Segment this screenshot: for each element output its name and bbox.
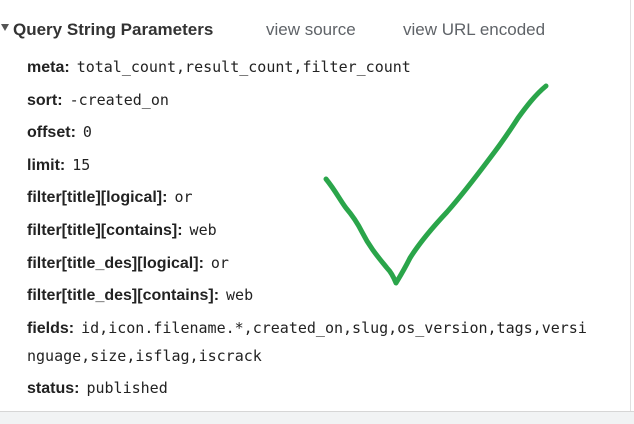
param-row-filter-title-des-logical: filter[title_des][logical]: or	[27, 253, 229, 272]
param-key: limit	[27, 156, 60, 174]
param-value: published	[86, 379, 168, 397]
bottom-bar	[0, 412, 634, 424]
section-header[interactable]: Query String Parameters view source view…	[0, 15, 634, 45]
param-key: filter[title][contains]	[27, 221, 178, 239]
param-value: or	[210, 253, 229, 272]
param-value: web	[226, 286, 254, 305]
param-key: status	[27, 380, 75, 397]
section-title[interactable]: Query String Parameters	[13, 20, 213, 40]
param-row-filter-title-des-contains: filter[title_des][contains]: web	[27, 286, 254, 305]
param-row-offset: offset: 0	[27, 123, 92, 142]
param-value: web	[189, 220, 217, 239]
param-value: id,icon.filename.*,created_on,slug,os_ve…	[81, 318, 587, 337]
panel-right-border	[630, 0, 631, 411]
param-key: filter[title_des][logical]	[27, 254, 199, 272]
param-value: total_count,result_count,filter_count	[76, 58, 411, 76]
view-source-link[interactable]: view source	[266, 20, 356, 40]
param-row-meta: meta: total_count,result_count,filter_cou…	[27, 58, 411, 76]
params-list: meta: total_count,result_count,filter_cou…	[27, 53, 634, 346]
param-value: or	[174, 188, 193, 207]
param-key: offset	[27, 124, 71, 142]
param-row-limit: limit: 15	[27, 155, 91, 174]
param-row-filter-title-logical: filter[title][logical]: or	[27, 188, 193, 207]
query-string-parameters-panel: Query String Parameters view source view…	[0, 0, 634, 424]
param-row-sort: sort: -created_on	[27, 90, 169, 109]
param-key: filter[title][logical]	[27, 189, 163, 207]
param-key: filter[title_des][contains]	[27, 287, 214, 305]
fields-value-continuation: nguage,size,isflag,iscrack	[27, 347, 262, 365]
param-value: 15	[72, 155, 91, 174]
view-url-encoded-link[interactable]: view URL encoded	[403, 20, 545, 40]
param-row-status: status: published	[27, 379, 168, 397]
param-row-filter-title-contains: filter[title][contains]: web	[27, 220, 217, 239]
param-value: -created_on	[69, 90, 169, 109]
param-key: fields	[27, 319, 69, 337]
param-key: meta	[27, 59, 65, 76]
param-value: 0	[82, 123, 92, 142]
param-key: sort	[27, 91, 58, 109]
collapse-triangle-icon[interactable]	[1, 24, 9, 31]
